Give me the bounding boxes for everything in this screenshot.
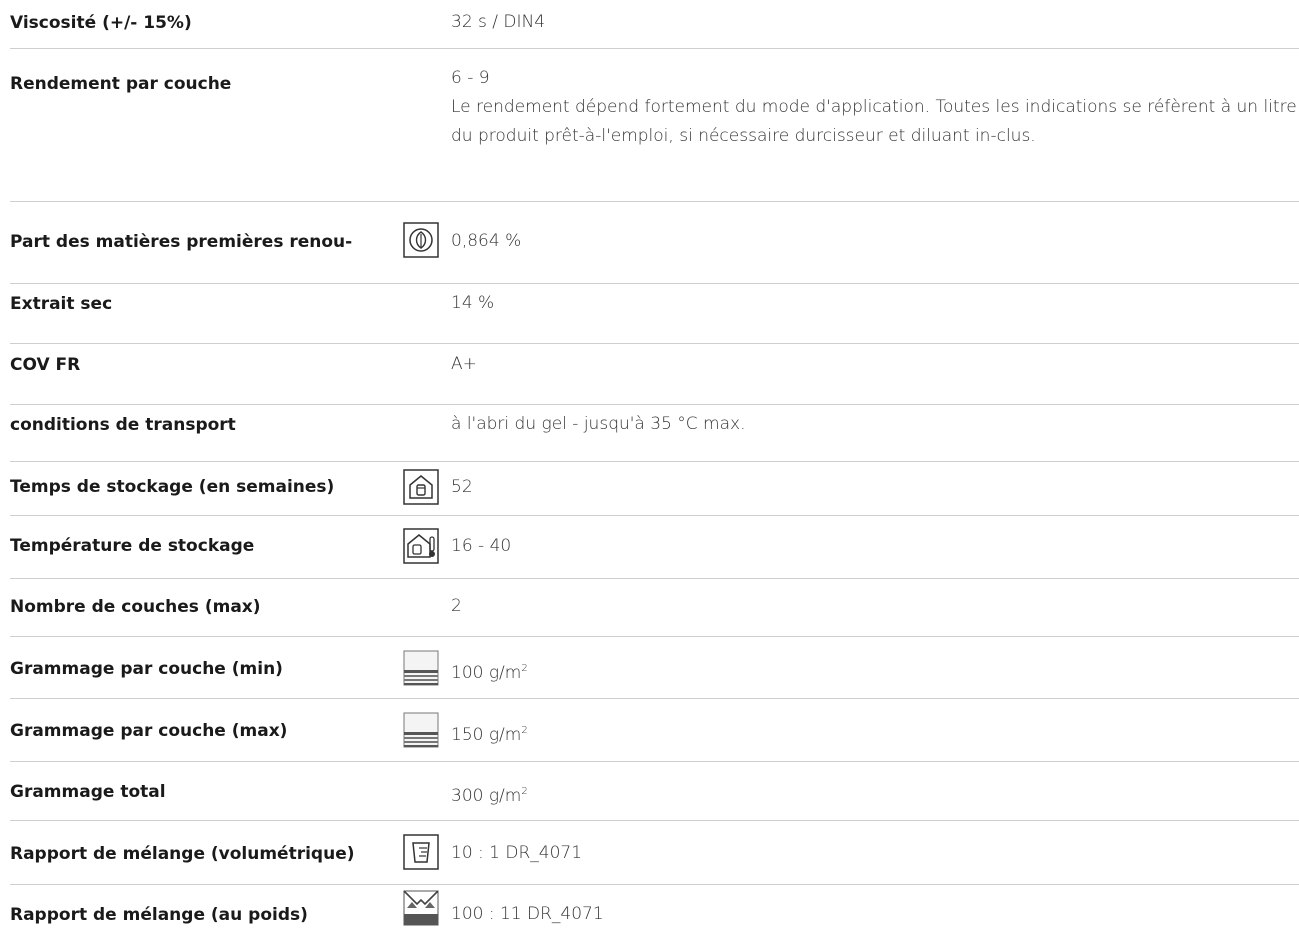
row-label: Part des matières premières renou- [10, 232, 353, 252]
row-value: 10 : 1 DR_4071 [451, 843, 583, 863]
row-label: Nombre de couches (max) [10, 597, 261, 617]
row-value: 150 g/m [451, 725, 522, 745]
row-label: Grammage par couche (min) [10, 659, 283, 679]
measuring-cup-icon [403, 834, 439, 870]
row-value-block: 150 g/m2 [451, 716, 528, 750]
row-label: Rapport de mélange (au poids) [10, 905, 308, 925]
row-label: Grammage total [10, 782, 166, 802]
table-row: COV FR A+ [10, 343, 1299, 405]
table-row: Rapport de mélange (au poids) 100 : 11 D… [10, 884, 1299, 933]
unit-superscript: 2 [521, 786, 528, 797]
row-value: 100 g/m [451, 663, 522, 683]
row-label: Temps de stockage (en semaines) [10, 477, 335, 497]
row-value-block: 6 - 9 Le rendement dépend fortement du m… [451, 64, 1299, 151]
row-label: Extrait sec [10, 294, 113, 314]
table-row: Part des matières premières renou- 0,864… [10, 201, 1299, 284]
table-row: Temps de stockage (en semaines) 52 [10, 461, 1299, 516]
table-row: Température de stockage 16 - 40 [10, 515, 1299, 579]
layers-icon [403, 712, 439, 748]
table-row: conditions de transport à l'abri du gel … [10, 404, 1299, 462]
storage-house-icon [403, 469, 439, 505]
row-value: 300 g/m [451, 786, 522, 806]
row-label: COV FR [10, 355, 81, 375]
layers-icon [403, 650, 439, 686]
row-value-block: 100 g/m2 [451, 654, 528, 688]
scale-icon [403, 890, 439, 926]
row-label: Température de stockage [10, 536, 255, 556]
row-label: Rendement par couche [10, 74, 232, 94]
table-row: Rapport de mélange (volumétrique) 10 : 1… [10, 820, 1299, 885]
row-value: 0,864 % [451, 231, 522, 251]
storage-temperature-icon [403, 528, 439, 564]
table-row: Extrait sec 14 % [10, 283, 1299, 344]
row-value: 2 [451, 596, 462, 616]
leaf-recycle-icon [403, 222, 439, 258]
row-value: 6 - 9 [451, 68, 490, 88]
unit-superscript: 2 [521, 663, 528, 674]
row-note: Le rendement dépend fortement du mode d'… [451, 97, 1297, 146]
row-label: Viscosité (+/- 15%) [10, 13, 192, 33]
table-row: Viscosité (+/- 15%) 32 s / DIN4 [10, 0, 1299, 49]
row-value: 52 [451, 477, 473, 497]
row-value-block: 300 g/m2 [451, 777, 528, 811]
row-label: conditions de transport [10, 415, 236, 435]
row-value: 16 - 40 [451, 536, 512, 556]
unit-superscript: 2 [521, 725, 528, 736]
table-row: Grammage total 300 g/m2 [10, 761, 1299, 821]
row-value: 100 : 11 DR_4071 [451, 904, 604, 924]
table-row: Grammage par couche (max) 150 g/m2 [10, 698, 1299, 762]
row-value: 14 % [451, 293, 495, 313]
table-row: Rendement par couche 6 - 9 Le rendement … [10, 48, 1299, 202]
row-label: Grammage par couche (max) [10, 721, 288, 741]
table-row: Grammage par couche (min) 100 g/m2 [10, 636, 1299, 699]
row-label: Rapport de mélange (volumétrique) [10, 844, 355, 864]
row-value: à l'abri du gel - jusqu'à 35 °C max. [451, 414, 746, 434]
table-row: Nombre de couches (max) 2 [10, 578, 1299, 637]
row-value: 32 s / DIN4 [451, 12, 546, 32]
row-value: A+ [451, 354, 477, 374]
